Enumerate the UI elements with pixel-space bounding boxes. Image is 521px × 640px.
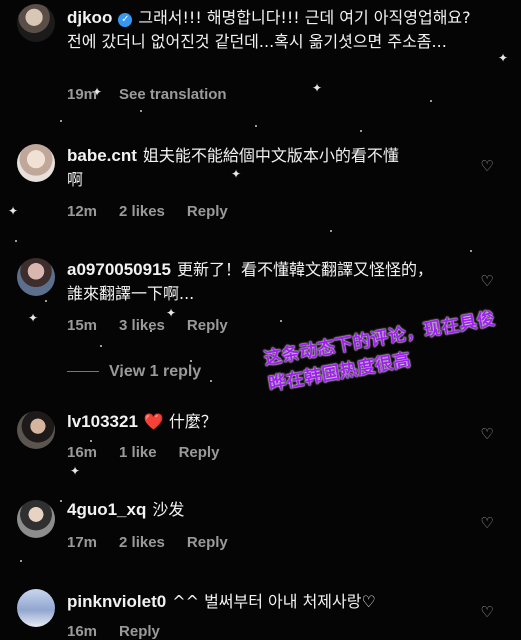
comment-time: 16m [67, 623, 98, 640]
red-heart-emoji: ❤️ [143, 412, 164, 431]
comment-username[interactable]: a0970050915 [67, 260, 171, 279]
comment-time: 15m [67, 317, 98, 334]
reply-button[interactable]: Reply [187, 534, 228, 551]
comment-meta: 16m Reply [67, 623, 182, 640]
like-heart-icon[interactable]: ♡ [479, 604, 495, 620]
comment-meta: 19m See translation [67, 86, 249, 103]
see-translation-link[interactable]: See translation [119, 86, 227, 103]
comment-meta: 17m 2 likes Reply [67, 534, 250, 551]
comment-username[interactable]: lv103321 [67, 412, 138, 431]
like-heart-icon[interactable]: ♡ [479, 426, 495, 442]
comment-likes[interactable]: 2 likes [119, 203, 165, 220]
avatar[interactable] [17, 589, 55, 627]
reply-button[interactable]: Reply [119, 623, 160, 640]
comment-text-block: lv103321 ❤️ 什麼？ [67, 410, 471, 434]
like-heart-icon[interactable]: ♡ [479, 273, 495, 289]
comment-username[interactable]: djkoo [67, 8, 112, 27]
reply-button[interactable]: Reply [179, 444, 220, 461]
comment-username[interactable]: babe.cnt [67, 146, 137, 165]
view-replies-label[interactable]: View 1 reply [109, 363, 201, 380]
avatar[interactable] [17, 411, 55, 449]
view-replies-link[interactable]: View 1 reply [67, 363, 201, 381]
comment-time: 17m [67, 534, 98, 551]
comment-text: ^^ 벌써부터 아내 처제사랑♡ [172, 592, 376, 611]
comment-text-block: a0970050915 更新了！看不懂韓文翻譯又怪怪的，誰來翻譯一下啊... [67, 258, 446, 306]
reply-button[interactable]: Reply [187, 317, 228, 334]
like-heart-icon[interactable]: ♡ [479, 515, 495, 531]
replies-divider-line [67, 371, 99, 373]
comment-time: 16m [67, 444, 98, 461]
avatar[interactable] [17, 258, 55, 296]
comment-time: 19m [67, 86, 98, 103]
overlay-caption: 这条动态下的评论，现在具俊晔在韩国热度很高 [262, 308, 497, 396]
like-heart-icon[interactable]: ♡ [479, 158, 495, 174]
reply-button[interactable]: Reply [187, 203, 228, 220]
comment-text-block: 4guo1_xq 沙发 [67, 498, 471, 522]
comment-meta: 12m 2 likes Reply [67, 203, 250, 220]
comment-meta: 16m 1 like Reply [67, 444, 241, 461]
avatar[interactable] [17, 4, 55, 42]
comment-likes[interactable]: 1 like [119, 444, 157, 461]
comment-text: 什麼？ [163, 412, 217, 431]
comment-likes[interactable]: 2 likes [119, 534, 165, 551]
comment-username[interactable]: 4guo1_xq [67, 500, 146, 519]
comment-text: 沙发 [152, 500, 185, 519]
comment-meta: 15m 3 likes Reply [67, 317, 250, 334]
avatar[interactable] [17, 144, 55, 182]
verified-badge-icon: ✓ [118, 13, 133, 27]
comment-likes[interactable]: 3 likes [119, 317, 165, 334]
comment-text-block: pinknviolet0 ^^ 벌써부터 아내 처제사랑♡ [67, 590, 471, 614]
comment-text-block: babe.cnt 姐夫能不能給個中文版本小的看不懂啊 [67, 144, 401, 192]
comment-time: 12m [67, 203, 98, 220]
avatar[interactable] [17, 500, 55, 538]
comment-text-block: djkoo ✓ 그래서!!! 해명합니다!!! 근데 여기 아직영업해요? 전에 갔… [67, 6, 471, 54]
comment-username[interactable]: pinknviolet0 [67, 592, 166, 611]
